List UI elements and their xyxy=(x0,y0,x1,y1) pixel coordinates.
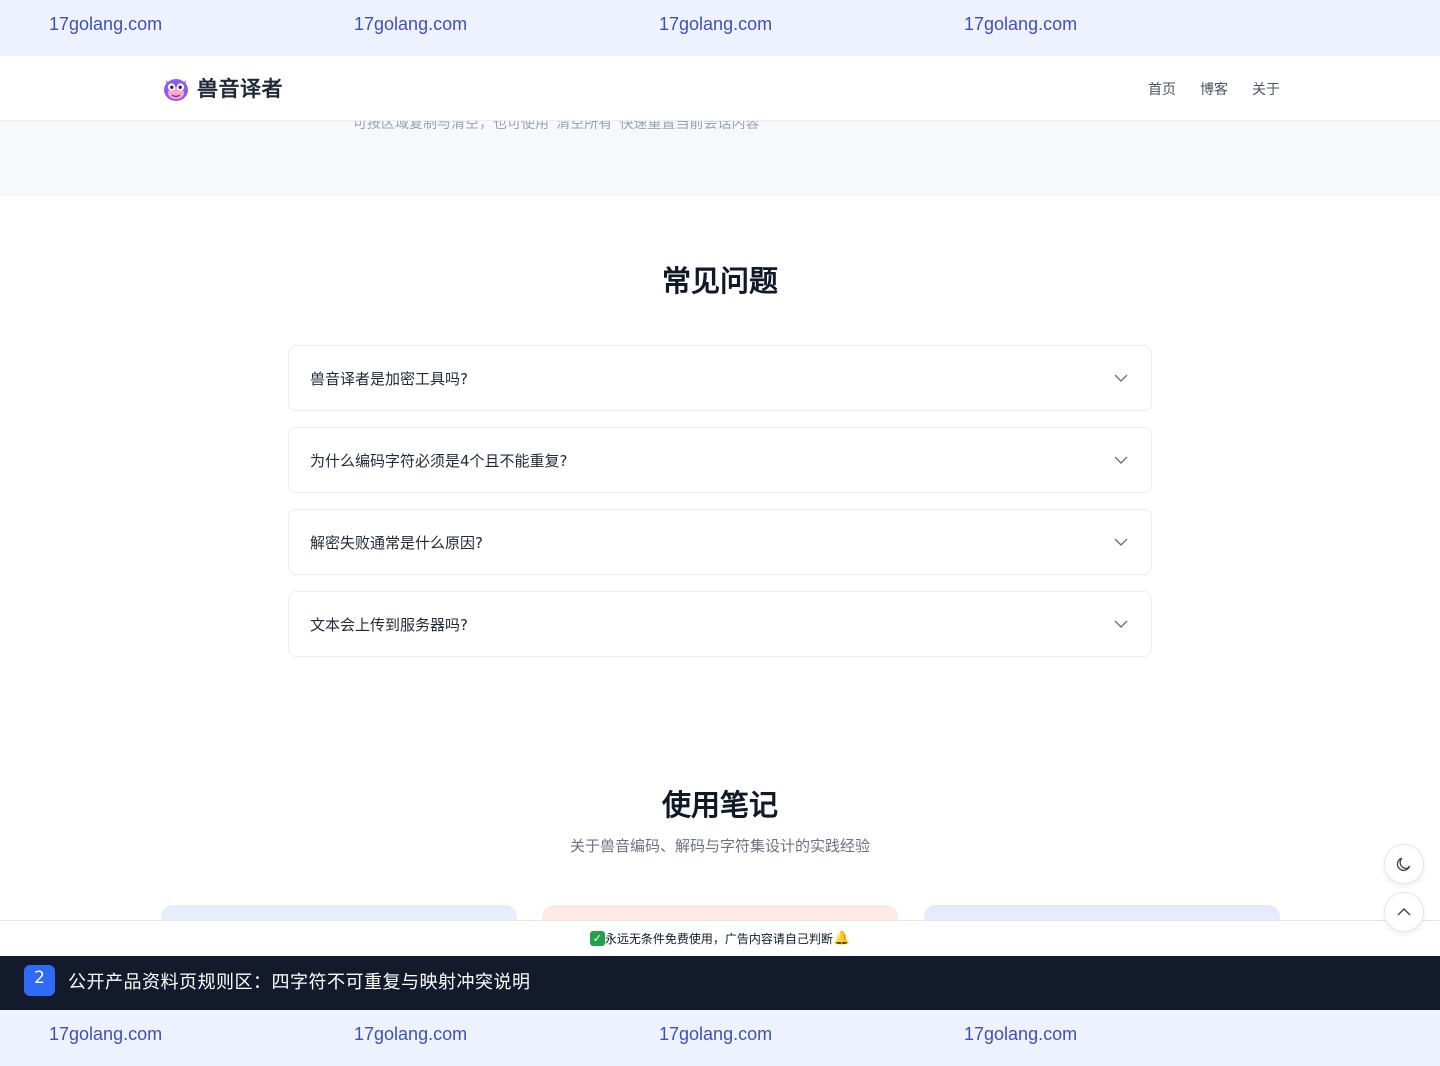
brand-name: 兽音译者 xyxy=(197,77,283,101)
ad-link[interactable]: 17golang.com xyxy=(354,14,467,35)
bottom-ad-banner[interactable]: 17golang.com 17golang.com 17golang.com 1… xyxy=(0,1010,1440,1066)
notice-text: 永远无条件免费使用，广告内容请自己判断 xyxy=(604,932,833,946)
faq-question: 为什么编码字符必须是4个且不能重复? xyxy=(310,452,568,470)
faq-item[interactable]: 兽音译者是加密工具吗? xyxy=(288,345,1152,411)
main-nav: 首页 博客 关于 xyxy=(1148,79,1280,99)
nav-about[interactable]: 关于 xyxy=(1252,79,1280,99)
bell-icon: 🔔 xyxy=(833,931,851,946)
check-icon: ✓ xyxy=(589,931,605,946)
nav-home[interactable]: 首页 xyxy=(1148,79,1176,99)
ad-link[interactable]: 17golang.com xyxy=(49,14,162,35)
rule-bar: 2 公开产品资料页规则区：四字符不可重复与映射冲突说明 xyxy=(0,956,1440,1010)
brand-logo[interactable]: 兽音译者 xyxy=(162,73,283,103)
chevron-up-icon xyxy=(1397,908,1411,916)
rule-number-badge: 2 xyxy=(24,965,55,996)
ad-link[interactable]: 17golang.com xyxy=(964,14,1077,35)
faq-item[interactable]: 为什么编码字符必须是4个且不能重复? xyxy=(288,427,1152,493)
rule-text: 公开产品资料页规则区：四字符不可重复与映射冲突说明 xyxy=(68,972,531,993)
faq-item[interactable]: 文本会上传到服务器吗? xyxy=(288,591,1152,657)
notes-title: 使用笔记 xyxy=(661,788,778,822)
ad-link[interactable]: 17golang.com xyxy=(964,1024,1077,1045)
ad-link[interactable]: 17golang.com xyxy=(659,1024,772,1045)
faq-question: 解密失败通常是什么原因? xyxy=(310,534,483,552)
faq-item[interactable]: 解密失败通常是什么原因? xyxy=(288,509,1152,575)
faq-question: 兽音译者是加密工具吗? xyxy=(310,370,468,388)
nav-blog[interactable]: 博客 xyxy=(1200,79,1228,99)
top-ad-banner[interactable]: 17golang.com 17golang.com 17golang.com 1… xyxy=(0,0,1440,56)
faq-title: 常见问题 xyxy=(661,264,778,298)
notes-subtitle: 关于兽音编码、解码与字符集设计的实践经验 xyxy=(569,837,870,855)
ad-link[interactable]: 17golang.com xyxy=(659,14,772,35)
back-to-top-button[interactable] xyxy=(1384,892,1424,932)
notice-bar: ✓ 永远无条件免费使用，广告内容请自己判断 🔔 xyxy=(0,920,1440,956)
chevron-down-icon xyxy=(1114,538,1128,546)
ad-link[interactable]: 17golang.com xyxy=(354,1024,467,1045)
dark-mode-toggle[interactable] xyxy=(1384,844,1424,884)
faq-question: 文本会上传到服务器吗? xyxy=(310,616,468,634)
chevron-down-icon xyxy=(1114,620,1128,628)
monster-logo-icon xyxy=(164,79,188,101)
chevron-down-icon xyxy=(1114,456,1128,464)
ad-link[interactable]: 17golang.com xyxy=(49,1024,162,1045)
moon-icon xyxy=(1396,857,1411,871)
site-header: 兽音译者 首页 博客 关于 xyxy=(0,56,1440,121)
chevron-down-icon xyxy=(1114,374,1128,382)
